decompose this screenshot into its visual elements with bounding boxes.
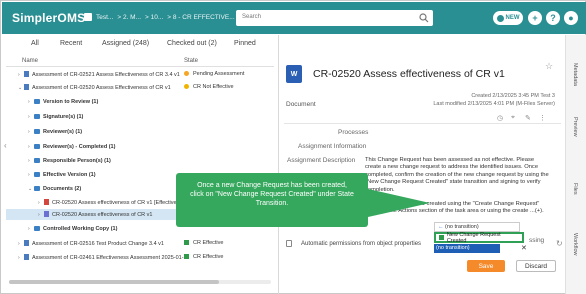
status-effective-icon	[184, 254, 189, 259]
tab-recent[interactable]: Recent	[60, 40, 82, 47]
callout-arrow	[368, 189, 430, 217]
object-type-label: Document	[286, 101, 316, 108]
assignment-info-label: Assignment Information	[298, 143, 367, 150]
state-transition-input[interactable]: (no transition)	[434, 244, 500, 253]
more-options-icon[interactable]: ⋮	[539, 114, 546, 122]
created-info: Created 2/13/2025 3:45 PM Test 3	[471, 93, 555, 99]
processes-label: Processes	[338, 129, 369, 136]
view-tabs: All Recent Assigned (248) Checked out (2…	[2, 34, 272, 54]
pin-icon[interactable]: ⌖	[511, 114, 515, 122]
tab-preview[interactable]: Preview	[572, 117, 578, 137]
breadcrumb-item[interactable]: > 2. M...	[117, 14, 141, 21]
relation-group-icon	[34, 158, 40, 163]
search-icon[interactable]	[419, 13, 429, 23]
back-arrow-icon: ←	[438, 224, 444, 230]
home-icon[interactable]	[84, 13, 92, 21]
relation-group-icon	[34, 114, 40, 119]
list-item[interactable]: › Reviewer(s) (1)	[6, 127, 274, 138]
search-placeholder: Search	[242, 14, 262, 20]
list-item[interactable]: › Assessment of CR-02461 Effectiveness As…	[6, 252, 274, 263]
dropdown-option-no-transition[interactable]: ← (no transition)	[434, 222, 520, 232]
tab-checked-out[interactable]: Checked out (2)	[167, 40, 217, 47]
list-item[interactable]: › Assessment of CR-02521 Assess Effective…	[6, 69, 274, 80]
add-icon[interactable]: +	[528, 11, 542, 25]
list-item[interactable]: › Reviewer(s) - Completed (1)	[6, 142, 274, 153]
tab-workflow[interactable]: Workflow	[572, 233, 578, 256]
clear-icon[interactable]: ✕	[521, 244, 527, 252]
relation-group-icon	[34, 186, 40, 191]
word-document-icon: W	[286, 65, 302, 83]
new-button-label: NEW	[505, 15, 520, 21]
breadcrumb-item[interactable]: > 10...	[145, 14, 163, 21]
edit-icon[interactable]: ✎	[525, 114, 531, 122]
status-not-effective-icon	[184, 84, 189, 89]
document-icon	[44, 211, 49, 217]
pdf-file-icon	[44, 199, 49, 205]
instruction-callout: Once a new Change Request has been creat…	[176, 173, 368, 227]
lock-icon	[286, 240, 292, 247]
relation-group-icon	[34, 172, 40, 177]
column-name[interactable]: Name	[22, 58, 38, 64]
toggle-icon	[496, 14, 504, 22]
refresh-icon[interactable]: ↻	[556, 239, 563, 248]
dropdown-option-new-change-request-created[interactable]: New Change Request Created	[434, 232, 524, 244]
relation-group-icon	[34, 144, 40, 149]
help-icon[interactable]: ?	[546, 11, 560, 25]
new-button[interactable]: NEW	[493, 11, 523, 25]
status-pending-icon	[184, 71, 189, 76]
tab-files[interactable]: Files	[572, 183, 578, 195]
list-item[interactable]: ⌄ Assessment of CR-02520 Assess Effective…	[6, 82, 274, 93]
checkmark-icon	[439, 235, 444, 240]
app-window: SimplerOMS Test... > 2. M... > 10... > 8…	[0, 0, 586, 294]
user-avatar-icon[interactable]: ●	[564, 11, 578, 25]
side-tabs: Metadata Preview Files Workflow	[565, 35, 586, 294]
app-logo: SimplerOMS	[12, 11, 86, 25]
scrollbar-thumb[interactable]	[9, 280, 219, 284]
breadcrumb-item[interactable]: Test...	[96, 14, 113, 21]
truncated-field-text: ssing	[529, 237, 545, 244]
tab-assigned[interactable]: Assigned (248)	[102, 40, 149, 47]
list-item[interactable]: › Version to Review (1)	[6, 97, 274, 108]
tab-metadata[interactable]: Metadata	[572, 63, 578, 86]
permissions-label: Automatic permissions from object proper…	[301, 241, 422, 247]
breadcrumb: Test... > 2. M... > 10... > 8 - CR EFFEC…	[84, 13, 235, 21]
status-effective-icon	[184, 240, 189, 245]
assignment-description-label: Assignment Description	[287, 157, 356, 164]
panel-divider[interactable]	[278, 35, 279, 294]
relation-group-icon	[34, 99, 40, 104]
relation-group-icon	[34, 226, 40, 231]
assignment-icon	[24, 254, 29, 260]
assignment-icon	[24, 71, 29, 77]
save-button[interactable]: Save	[467, 260, 505, 272]
metadata-toolbar: ◷ ⌖ ✎ ⋮	[284, 113, 561, 124]
list-item[interactable]: › Signature(s) (1)	[6, 112, 274, 123]
search-input[interactable]: Search	[236, 10, 433, 26]
document-title: CR-02520 Assess effectiveness of CR v1	[313, 68, 505, 80]
discard-button[interactable]: Discard	[516, 260, 556, 272]
list-item[interactable]: › Responsible Person(s) (1)	[6, 156, 274, 167]
tab-all[interactable]: All	[31, 40, 39, 47]
modified-info: Last modified 2/13/2025 4:01 PM (M-Files…	[433, 101, 555, 107]
assignment-icon	[24, 240, 29, 246]
list-item[interactable]: › Assessment of CR-02516 Test Product Cha…	[6, 238, 274, 249]
relation-group-icon	[34, 129, 40, 134]
tab-pinned[interactable]: Pinned	[234, 40, 256, 47]
assignment-icon	[24, 84, 29, 90]
favorite-star-icon[interactable]: ☆	[545, 61, 553, 72]
list-header: Name State	[6, 56, 274, 67]
column-state[interactable]: State	[184, 58, 198, 64]
top-bar: SimplerOMS Test... > 2. M... > 10... > 8…	[2, 2, 586, 34]
history-icon[interactable]: ◷	[497, 114, 503, 122]
breadcrumb-item[interactable]: > 8 - CR EFFECTIVE...	[167, 14, 234, 21]
